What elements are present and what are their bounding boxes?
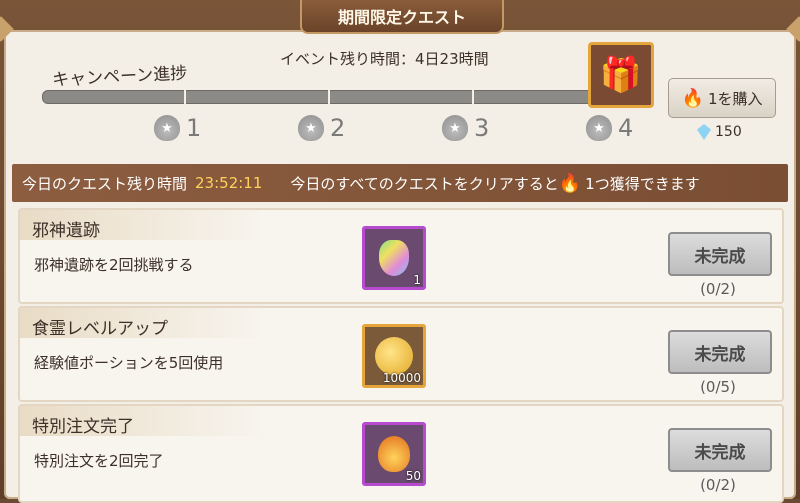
quest-status-button[interactable]: 未完成	[668, 330, 772, 374]
milestone-number: 3	[474, 114, 490, 142]
progress-tick	[328, 88, 330, 104]
fire-icon: 🔥	[558, 172, 582, 194]
quest-status-button[interactable]: 未完成	[668, 428, 772, 472]
reward-item[interactable]: 50	[362, 422, 426, 486]
rainbow-hand-icon	[379, 240, 409, 276]
progress-tick	[472, 88, 474, 104]
milestone-number: 1	[186, 114, 202, 142]
milestone-2: ★ 2	[298, 114, 345, 142]
buy-button-label: 1を購入	[707, 89, 763, 108]
milestone-number: 4	[618, 114, 634, 142]
milestone-3: ★ 3	[442, 114, 489, 142]
quest-description: 経験値ポーションを5回使用	[34, 354, 224, 372]
quest-card: 特別注文完了 特別注文を2回完了 50 未完成 (0/2)	[18, 404, 784, 503]
reward-quantity: 1	[413, 273, 421, 287]
quest-description: 邪神遺跡を2回挑戦する	[34, 256, 194, 274]
daily-timer: 23:52:11	[195, 174, 263, 192]
fire-icon: 🔥	[681, 87, 704, 109]
gold-coin-icon	[375, 337, 413, 375]
star-flame-icon: ★	[154, 115, 180, 141]
gift-box-icon[interactable]: 🎁	[588, 42, 654, 108]
progress-tick	[184, 88, 186, 104]
daily-reward-text: 今日のすべてのクエストをクリアすると	[290, 174, 559, 193]
golden-onion-icon	[378, 436, 410, 472]
reward-quantity: 50	[405, 469, 421, 483]
buy-button[interactable]: 🔥 1を購入	[668, 78, 776, 118]
milestone-4: ★ 4	[586, 114, 633, 142]
quest-status-button[interactable]: 未完成	[668, 232, 772, 276]
gem-icon	[697, 124, 711, 140]
daily-reward-text-end: 1つ獲得できます	[585, 174, 700, 193]
star-flame-icon: ★	[442, 115, 468, 141]
star-flame-icon: ★	[298, 115, 324, 141]
reward-item[interactable]: 10000	[362, 324, 426, 388]
gem-count: 150	[715, 124, 742, 140]
milestone-number: 2	[330, 114, 346, 142]
page-title: 期間限定クエスト	[300, 0, 504, 34]
quest-progress: (0/2)	[700, 280, 736, 298]
quest-description: 特別注文を2回完了	[34, 452, 164, 470]
quest-progress: (0/2)	[700, 476, 736, 494]
daily-time-label: 今日のクエスト残り時間	[22, 174, 188, 193]
quest-title: 邪神遺跡	[32, 221, 100, 241]
quest-card: 邪神遺跡 邪神遺跡を2回挑戦する 1 未完成 (0/2)	[18, 208, 784, 304]
campaign-progress-bar	[42, 90, 594, 104]
reward-quantity: 10000	[382, 371, 421, 385]
quest-card: 食霊レベルアップ 経験値ポーションを5回使用 10000 未完成 (0/5)	[18, 306, 784, 402]
gem-balance: 150	[697, 124, 742, 140]
star-flame-icon: ★	[586, 115, 612, 141]
quest-title: 特別注文完了	[32, 417, 134, 437]
milestone-1: ★ 1	[154, 114, 201, 142]
reward-item[interactable]: 1	[362, 226, 426, 290]
daily-banner: 今日のクエスト残り時間 23:52:11 今日のすべてのクエストをクリアすると …	[12, 164, 788, 202]
quest-title: 食霊レベルアップ	[32, 319, 168, 339]
event-time-remaining: イベント残り時間：4日23時間	[280, 50, 489, 68]
quest-progress: (0/5)	[700, 378, 736, 396]
